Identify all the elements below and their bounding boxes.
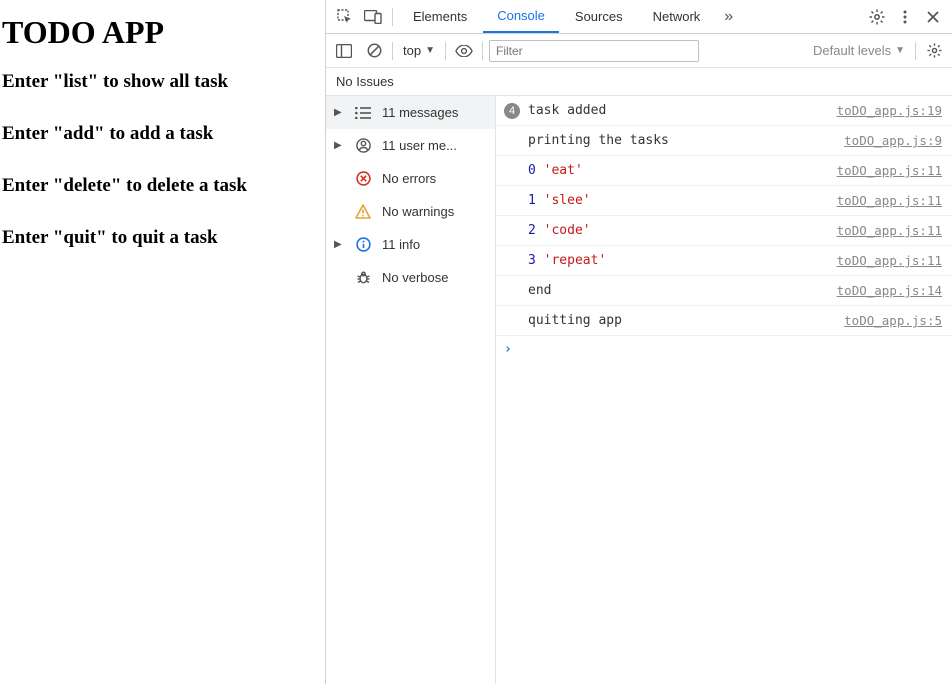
gear-icon[interactable]: [922, 43, 946, 58]
log-message: 1 'slee': [528, 193, 829, 208]
log-source-link[interactable]: toDO_app.js:11: [837, 193, 942, 208]
sidebar-item-info[interactable]: ▶ 11 info: [326, 228, 495, 261]
info-icon: [354, 237, 372, 252]
instruction-line: Enter "delete" to delete a task: [2, 175, 325, 197]
sidebar-item-user-messages[interactable]: ▶ 11 user me...: [326, 129, 495, 162]
log-levels-dropdown[interactable]: Default levels ▼: [813, 43, 909, 58]
log-levels-label: Default levels: [813, 43, 891, 58]
log-message: 3 'repeat': [528, 253, 829, 268]
log-message: quitting app: [528, 313, 836, 328]
divider: [915, 42, 916, 60]
clear-console-icon[interactable]: [362, 43, 386, 58]
chevron-right-icon: ▶: [334, 107, 344, 118]
log-message: end: [528, 283, 829, 298]
log-source-link[interactable]: toDO_app.js:19: [837, 103, 942, 118]
instruction-line: Enter "list" to show all task: [2, 71, 325, 93]
console-sidebar: ▶ 11 messages ▶ 11 user me...: [326, 96, 496, 684]
tab-elements[interactable]: Elements: [399, 0, 481, 33]
log-row[interactable]: 4 task added toDO_app.js:19: [496, 96, 952, 126]
chevron-right-icon: ▶: [334, 239, 344, 250]
console-toolbar: top ▼ Default levels ▼: [326, 34, 952, 68]
list-icon: [354, 107, 372, 119]
caret-down-icon: ▼: [895, 45, 905, 56]
log-source-link[interactable]: toDO_app.js:9: [844, 133, 942, 148]
devtools-panel: Elements Console Sources Network »: [325, 0, 952, 684]
chevron-right-icon: ▶: [334, 140, 344, 151]
sidebar-toggle-icon[interactable]: [332, 44, 356, 58]
caret-down-icon: ▼: [425, 45, 435, 56]
filter-input[interactable]: [489, 40, 699, 62]
log-source-link[interactable]: toDO_app.js:11: [837, 163, 942, 178]
webpage-viewport: TODO APP Enter "list" to show all task E…: [0, 0, 325, 684]
log-row[interactable]: 3 'repeat' toDO_app.js:11: [496, 246, 952, 276]
sidebar-item-errors[interactable]: No errors: [326, 162, 495, 195]
log-source-link[interactable]: toDO_app.js:5: [844, 313, 942, 328]
page-title: TODO APP: [2, 14, 325, 51]
divider: [445, 42, 446, 60]
divider: [392, 8, 393, 26]
log-row[interactable]: 0 'eat' toDO_app.js:11: [496, 156, 952, 186]
log-row[interactable]: 1 'slee' toDO_app.js:11: [496, 186, 952, 216]
context-selector[interactable]: top ▼: [399, 43, 439, 58]
tab-network[interactable]: Network: [639, 0, 715, 33]
instruction-line: Enter "quit" to quit a task: [2, 227, 325, 249]
sidebar-item-label: 11 user me...: [382, 138, 457, 153]
log-row[interactable]: end toDO_app.js:14: [496, 276, 952, 306]
tab-sources[interactable]: Sources: [561, 0, 637, 33]
instruction-line: Enter "add" to add a task: [2, 123, 325, 145]
sidebar-item-warnings[interactable]: No warnings: [326, 195, 495, 228]
inspect-icon[interactable]: [332, 9, 358, 25]
tabs-overflow-button[interactable]: »: [716, 8, 741, 26]
log-source-link[interactable]: toDO_app.js:14: [837, 283, 942, 298]
sidebar-item-messages[interactable]: ▶ 11 messages: [326, 96, 495, 129]
log-row[interactable]: quitting app toDO_app.js:5: [496, 306, 952, 336]
context-label: top: [403, 43, 421, 58]
log-message: 0 'eat': [528, 163, 829, 178]
sidebar-item-verbose[interactable]: No verbose: [326, 261, 495, 294]
devtools-tabstrip: Elements Console Sources Network »: [326, 0, 952, 34]
close-icon[interactable]: [920, 11, 946, 23]
sidebar-item-label: 11 messages: [382, 105, 458, 120]
log-row[interactable]: printing the tasks toDO_app.js:9: [496, 126, 952, 156]
console-prompt[interactable]: ›: [496, 336, 952, 363]
console-output: 4 task added toDO_app.js:19 printing the…: [496, 96, 952, 684]
log-message: printing the tasks: [528, 133, 836, 148]
log-row[interactable]: 2 'code' toDO_app.js:11: [496, 216, 952, 246]
log-message: task added: [528, 103, 829, 118]
divider: [482, 42, 483, 60]
issues-bar[interactable]: No Issues: [326, 68, 952, 95]
repeat-badge: 4: [504, 103, 520, 119]
eye-icon[interactable]: [452, 45, 476, 57]
warning-icon: [354, 204, 372, 219]
sidebar-item-label: No verbose: [382, 270, 448, 285]
tab-console[interactable]: Console: [483, 0, 559, 33]
sidebar-item-label: 11 info: [382, 237, 420, 252]
bug-icon: [354, 270, 372, 285]
sidebar-item-label: No errors: [382, 171, 436, 186]
gear-icon[interactable]: [864, 9, 890, 25]
log-source-link[interactable]: toDO_app.js:11: [837, 223, 942, 238]
device-toggle-icon[interactable]: [360, 10, 386, 24]
log-message: 2 'code': [528, 223, 829, 238]
user-icon: [354, 138, 372, 153]
sidebar-item-label: No warnings: [382, 204, 454, 219]
divider: [392, 42, 393, 60]
error-icon: [354, 171, 372, 186]
kebab-icon[interactable]: [892, 10, 918, 24]
log-source-link[interactable]: toDO_app.js:11: [837, 253, 942, 268]
